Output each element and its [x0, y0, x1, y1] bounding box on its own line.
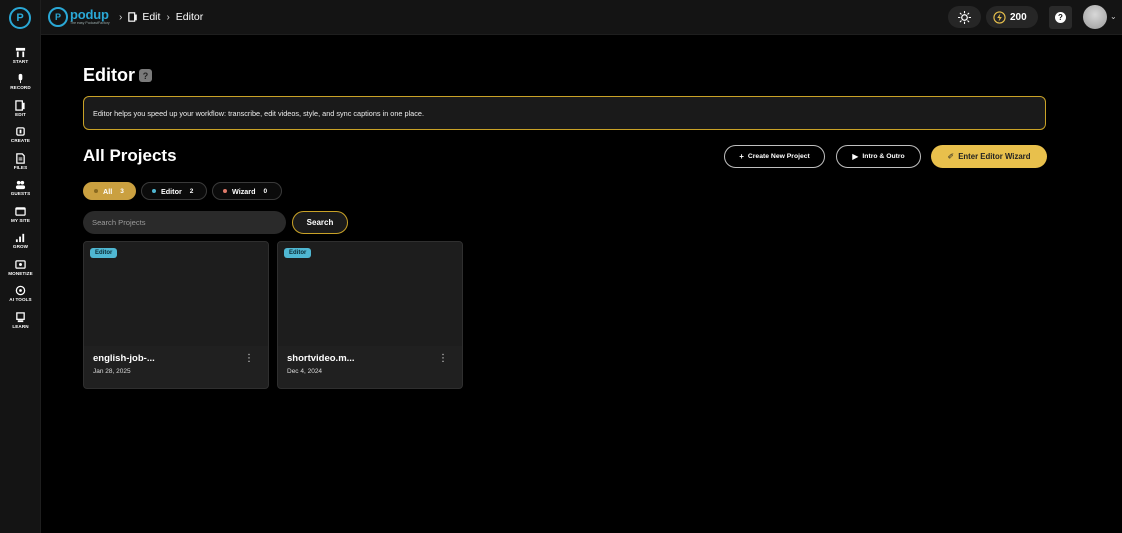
filter-editor[interactable]: Editor 2 [141, 182, 207, 200]
filter-all[interactable]: All 3 [83, 182, 136, 200]
filter-label: Wizard [232, 186, 256, 196]
theme-toggle-button[interactable] [948, 6, 981, 28]
sidebar-item-monetize[interactable]: MONETIZE [0, 254, 41, 281]
sidebar-nav: START RECORD EDIT CREATE FILES GUESTS MY… [0, 42, 41, 334]
project-name[interactable]: shortvideo.m... [287, 353, 355, 364]
help-icon[interactable]: ? [139, 69, 152, 82]
project-card[interactable]: Editor english-job-... Jan 28, 2025 ⋮ [83, 241, 269, 389]
sidebar-item-files[interactable]: FILES [0, 148, 41, 175]
page-title: Editor [83, 65, 135, 85]
edit-icon [128, 12, 138, 22]
sidebar-item-my-site[interactable]: MY SITE [0, 201, 41, 228]
enter-editor-wizard-button[interactable]: ✐ Enter Editor Wizard [931, 145, 1047, 168]
project-date: Dec 4, 2024 [287, 368, 323, 375]
brand-logo[interactable]: P podup The easy PodcastFactory [48, 7, 110, 27]
help-button[interactable]: ? [1049, 6, 1072, 29]
chevron-right-icon: › [119, 11, 123, 23]
dot-icon [94, 189, 98, 193]
section-title: All Projects [83, 146, 177, 165]
project-date: Jan 28, 2025 [93, 368, 131, 375]
sidebar-item-guests[interactable]: GUESTS [0, 175, 41, 202]
page-header: Editor ? [83, 65, 152, 86]
info-banner-text: Editor helps you speed up your workflow:… [93, 108, 424, 118]
chevron-right-icon: › [166, 11, 170, 23]
question-icon: ? [1055, 12, 1066, 23]
sidebar-item-label: MY SITE [11, 217, 30, 223]
filter-count: 3 [120, 187, 124, 195]
filter-tabs: All 3 Editor 2 Wizard 0 [83, 182, 287, 200]
search-input[interactable] [83, 211, 286, 234]
play-icon: ▶ [852, 152, 859, 161]
sidebar-item-label: CREATE [10, 138, 31, 144]
sidebar: P START RECORD EDIT CREATE FILES GUESTS … [0, 0, 41, 533]
filter-wizard[interactable]: Wizard 0 [212, 182, 282, 200]
breadcrumb: › Edit › Editor [113, 11, 203, 23]
sidebar-item-label: START [12, 58, 29, 64]
sidebar-item-label: GUESTS [10, 191, 31, 197]
info-banner: Editor helps you speed up your workflow:… [83, 96, 1046, 130]
mic-icon [18, 74, 23, 84]
plus-icon: + [739, 152, 744, 161]
site-icon [15, 206, 26, 216]
dot-icon [152, 189, 156, 193]
sidebar-item-label: FILES [13, 164, 28, 170]
more-options-icon[interactable]: ⋮ [438, 354, 448, 364]
sidebar-item-label: AI TOOLS [9, 297, 32, 303]
avatar[interactable] [1083, 5, 1107, 29]
main-content: Editor ? Editor helps you speed up your … [41, 35, 1122, 533]
learn-icon [16, 312, 25, 322]
ai-icon [15, 285, 26, 296]
search-button[interactable]: Search [292, 211, 348, 234]
more-options-icon[interactable]: ⋮ [244, 354, 254, 364]
create-new-project-button[interactable]: + Create New Project [724, 145, 825, 168]
create-new-project-label: Create New Project [747, 153, 810, 160]
top-bar: P podup The easy PodcastFactory › Edit ›… [41, 0, 1122, 35]
sidebar-item-label: GROW [12, 244, 29, 250]
project-type-badge: Editor [90, 248, 118, 258]
lightning-icon [993, 10, 1006, 24]
sun-icon [958, 10, 971, 24]
sidebar-item-start[interactable]: START [0, 42, 41, 69]
sidebar-item-ai-tools[interactable]: AI TOOLS [0, 281, 41, 308]
brand-name: podup [70, 7, 109, 23]
sidebar-item-label: MONETIZE [8, 270, 33, 276]
brand-text: podup The easy PodcastFactory [70, 8, 110, 26]
filter-count: 2 [189, 187, 194, 195]
wand-icon: ✐ [947, 152, 955, 161]
project-name[interactable]: english-job-... [93, 353, 155, 364]
logo-icon[interactable]: P [9, 7, 31, 29]
start-icon [15, 47, 26, 57]
chevron-down-icon[interactable]: ⌄ [1110, 12, 1117, 21]
sidebar-item-edit[interactable]: EDIT [0, 95, 41, 122]
credits-button[interactable]: 200 [986, 6, 1038, 28]
filter-count: 0 [263, 187, 268, 195]
intro-outro-label: Intro & Outro [862, 153, 905, 160]
credits-count: 200 [1010, 11, 1027, 23]
project-card[interactable]: Editor shortvideo.m... Dec 4, 2024 ⋮ [277, 241, 463, 389]
files-icon [16, 153, 25, 164]
brand-icon: P [48, 7, 68, 27]
sidebar-item-label: LEARN [12, 323, 29, 329]
enter-editor-wizard-label: Enter Editor Wizard [958, 152, 1031, 161]
breadcrumb-editor: Editor [175, 11, 204, 23]
breadcrumb-edit[interactable]: Edit [142, 11, 160, 23]
sidebar-item-label: RECORD [10, 85, 31, 91]
create-icon [16, 127, 25, 137]
intro-outro-button[interactable]: ▶ Intro & Outro [836, 145, 921, 168]
sidebar-item-label: EDIT [15, 111, 26, 117]
filter-label: Editor [161, 186, 182, 196]
project-type-badge: Editor [284, 248, 312, 258]
dot-icon [223, 189, 227, 193]
grow-icon [15, 234, 25, 243]
monetize-icon [15, 259, 26, 269]
edit-icon [15, 100, 25, 111]
brand-tagline: The easy PodcastFactory [70, 21, 110, 26]
guests-icon [15, 181, 26, 190]
sidebar-item-learn[interactable]: LEARN [0, 307, 41, 334]
sidebar-item-grow[interactable]: GROW [0, 228, 41, 255]
sidebar-item-record[interactable]: RECORD [0, 69, 41, 96]
sidebar-item-create[interactable]: CREATE [0, 122, 41, 149]
filter-label: All [103, 186, 113, 196]
